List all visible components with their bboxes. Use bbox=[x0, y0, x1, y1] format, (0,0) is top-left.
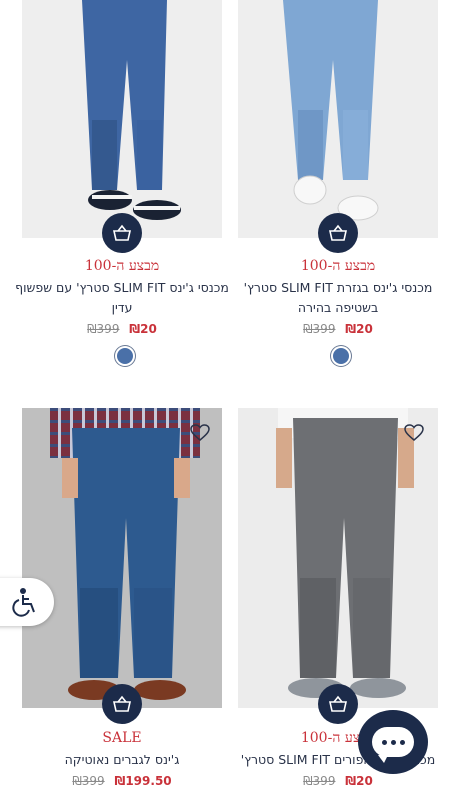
sale-price: ₪20 bbox=[345, 322, 373, 336]
price-row: ₪20 ₪399 bbox=[238, 774, 438, 788]
price-row: ₪20 ₪399 bbox=[238, 322, 438, 336]
chat-button[interactable] bbox=[358, 710, 428, 774]
product-image[interactable] bbox=[22, 408, 222, 708]
color-swatch[interactable] bbox=[117, 348, 133, 364]
price-row: ₪199.50 ₪399 bbox=[22, 774, 222, 788]
accessibility-button[interactable] bbox=[0, 578, 54, 626]
add-to-cart-button[interactable] bbox=[318, 684, 358, 724]
original-price: ₪399 bbox=[303, 322, 336, 336]
wheelchair-icon bbox=[12, 588, 35, 617]
shopping-basket-icon bbox=[113, 224, 131, 241]
chat-bubble-icon bbox=[372, 727, 414, 763]
price-row: ₪20 ₪399 bbox=[22, 322, 222, 336]
shopping-basket-icon bbox=[113, 695, 131, 712]
shopping-basket-icon bbox=[329, 695, 347, 712]
sale-price: ₪20 bbox=[345, 774, 373, 788]
product-image[interactable] bbox=[238, 408, 438, 708]
product-image[interactable] bbox=[22, 0, 222, 238]
product-title[interactable]: מכנסי ג'ינס בגזרת SLIM FIT סטרץ' בשטיפה … bbox=[230, 278, 446, 318]
sale-price: ₪20 bbox=[129, 322, 157, 336]
original-price: ₪399 bbox=[303, 774, 336, 788]
original-price: ₪399 bbox=[87, 322, 120, 336]
heart-icon[interactable] bbox=[190, 424, 210, 442]
promo-label: SALE bbox=[102, 730, 142, 746]
sale-price: ₪199.50 bbox=[114, 774, 172, 788]
product-title[interactable]: ג'ינס לגברים נאוטיקה bbox=[14, 750, 230, 770]
add-to-cart-button[interactable] bbox=[318, 213, 358, 253]
shopping-basket-icon bbox=[329, 224, 347, 241]
add-to-cart-button[interactable] bbox=[102, 213, 142, 253]
promo-label: מבצע ה-100 bbox=[300, 258, 376, 274]
promo-label: מבצע ה-100 bbox=[84, 258, 160, 274]
heart-icon[interactable] bbox=[404, 424, 424, 442]
add-to-cart-button[interactable] bbox=[102, 684, 142, 724]
product-title[interactable]: מכנסי ג'ינס SLIM FIT סטרץ' עם שפשוף עדין bbox=[14, 278, 230, 318]
product-image[interactable] bbox=[238, 0, 438, 238]
original-price: ₪399 bbox=[72, 774, 105, 788]
color-swatch[interactable] bbox=[333, 348, 349, 364]
